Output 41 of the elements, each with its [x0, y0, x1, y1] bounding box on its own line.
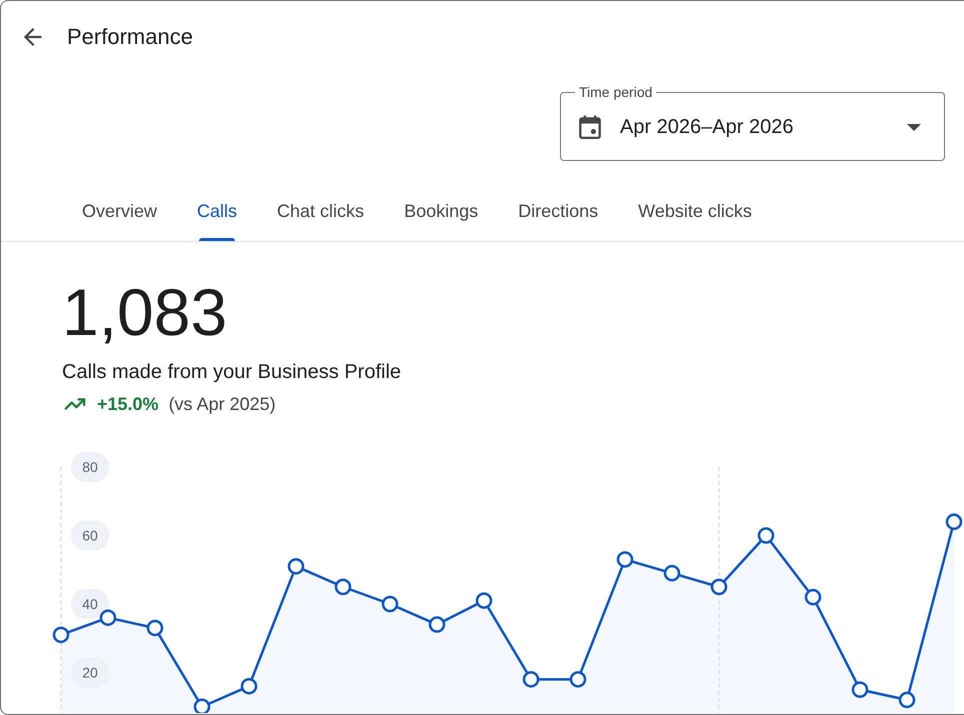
- tab[interactable]: Calls: [177, 189, 258, 241]
- tab[interactable]: Overview: [62, 189, 178, 241]
- data-point: [288, 558, 304, 575]
- data-point: [570, 671, 586, 688]
- metric-description: Calls made from your Business Profile: [62, 360, 402, 384]
- data-point: [898, 692, 916, 708]
- data-point: [334, 578, 352, 596]
- time-period-label: Time period: [578, 84, 654, 101]
- caret-down-icon: [907, 124, 921, 130]
- change-percent: +15.0%: [97, 393, 159, 416]
- y-tick-label: 20: [82, 664, 98, 680]
- data-point: [100, 609, 116, 626]
- data-point: [852, 681, 868, 698]
- data-point: [522, 671, 540, 688]
- data-point: [428, 616, 446, 633]
- data-point: [382, 596, 398, 612]
- y-tick-label: 60: [82, 528, 98, 544]
- tab[interactable]: Website clicks: [618, 189, 772, 241]
- y-tick-label: 40: [82, 596, 98, 612]
- time-period-dropdown[interactable]: Time period Apr 2026–Apr 2026: [560, 84, 945, 161]
- y-tick-label: 80: [71, 452, 109, 482]
- data-point: [52, 626, 70, 644]
- data-point: [710, 578, 728, 596]
- data-point: [758, 527, 774, 544]
- y-tick-label: 60: [71, 520, 109, 550]
- y-tick-label: 40: [71, 589, 109, 619]
- data-point: [476, 592, 492, 609]
- data-point: [240, 678, 258, 694]
- data-point: [804, 588, 822, 606]
- total-count: 1,083: [62, 279, 228, 345]
- calendar-icon: [579, 115, 601, 139]
- y-tick-label: 80: [82, 459, 98, 475]
- data-point: [664, 564, 680, 582]
- tab[interactable]: Bookings: [384, 189, 498, 241]
- page-title: Performance: [67, 23, 193, 51]
- tab-indicator: [199, 238, 236, 241]
- data-point: [616, 551, 634, 568]
- comparison-period: (vs Apr 2025): [168, 393, 276, 416]
- tab[interactable]: Directions: [498, 189, 618, 241]
- data-point: [146, 620, 164, 636]
- tab[interactable]: Chat clicks: [257, 189, 384, 241]
